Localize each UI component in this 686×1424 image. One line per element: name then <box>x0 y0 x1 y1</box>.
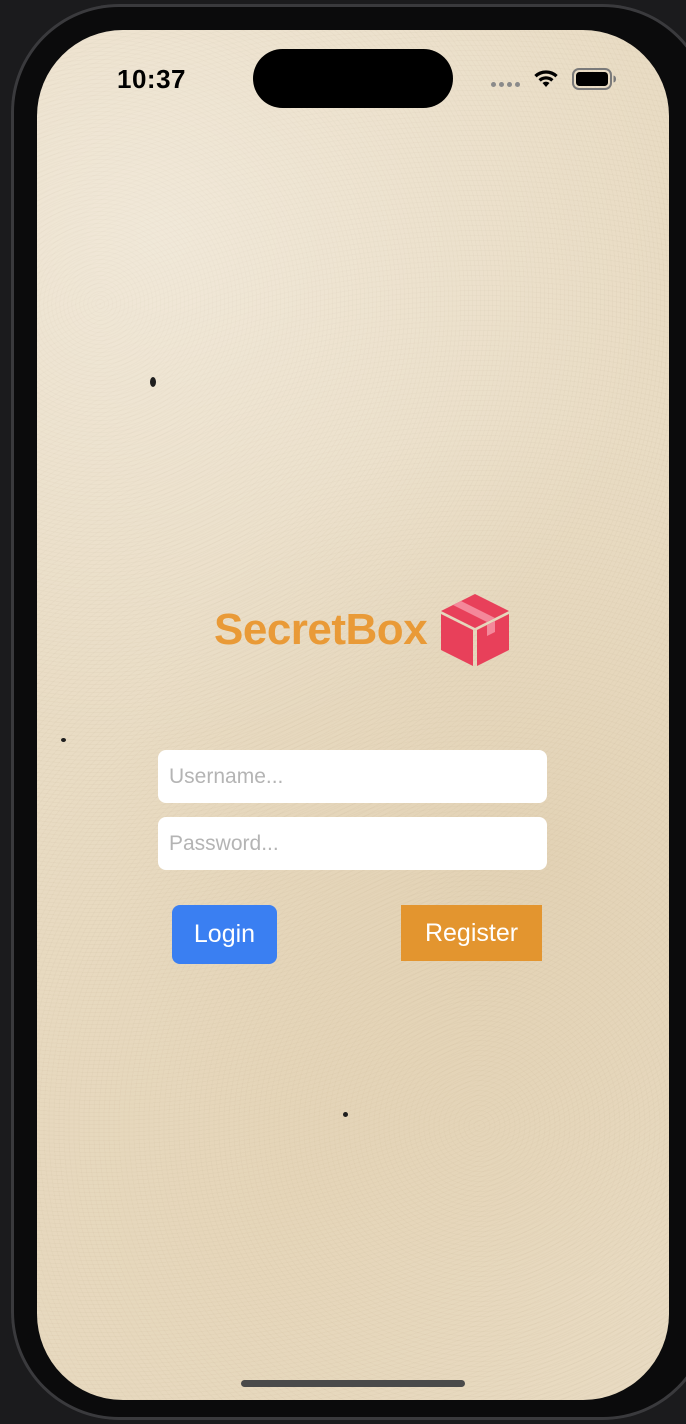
box-icon <box>441 594 510 666</box>
username-input[interactable] <box>158 750 547 803</box>
app-screen: 10:37 SecretBox Username... Login Regist… <box>37 30 669 1400</box>
login-button[interactable]: Login <box>172 905 277 964</box>
paper-speck <box>343 1112 348 1117</box>
register-button[interactable]: Register <box>401 905 542 961</box>
logo-text: SecretBox <box>214 605 428 654</box>
app-logo: SecretBox <box>214 592 511 668</box>
paper-speck <box>61 738 66 742</box>
password-input[interactable] <box>158 817 547 870</box>
battery-icon <box>572 68 616 90</box>
signal-dots-icon <box>491 82 520 87</box>
wifi-icon <box>534 70 558 87</box>
simulator-window: 10:37 SecretBox Username... Login Regist… <box>0 0 686 1424</box>
home-indicator[interactable] <box>241 1380 465 1387</box>
status-time: 10:37 <box>117 64 186 94</box>
dynamic-island <box>253 49 453 108</box>
paper-speck <box>150 377 156 387</box>
